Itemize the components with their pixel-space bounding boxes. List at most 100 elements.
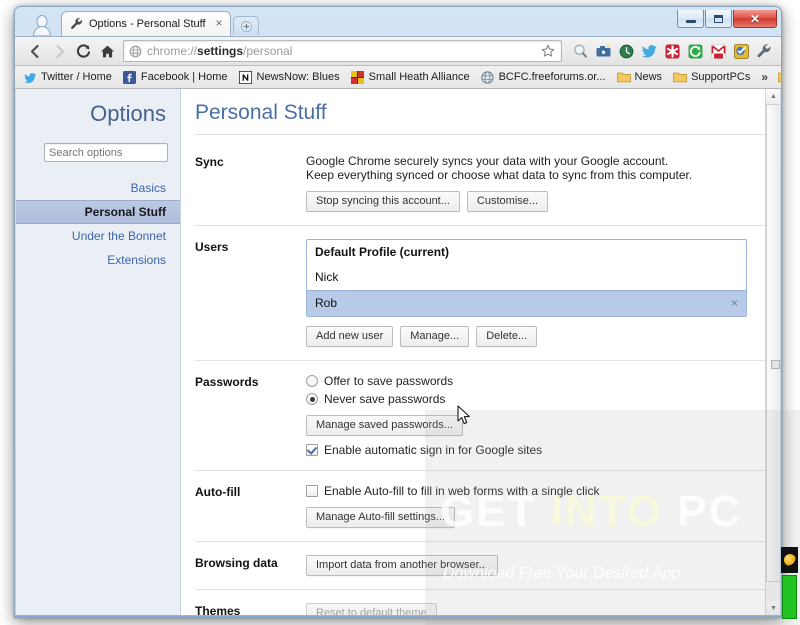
sidebar-item-extensions[interactable]: Extensions (16, 248, 180, 272)
delete-user-button[interactable]: Delete... (476, 326, 538, 347)
bookmark-label: SupportPCs (691, 71, 751, 83)
section-passwords: Passwords Offer to save passwords Never … (195, 361, 765, 471)
globe-icon (129, 45, 142, 58)
section-body: Import data from another browser... (306, 555, 747, 576)
recycle-extension-icon[interactable] (684, 40, 706, 62)
section-body: Enable Auto-fill to fill in web forms wi… (306, 484, 747, 528)
sidebar-item-under-the-bonnet[interactable]: Under the Bonnet (16, 224, 180, 248)
checkbox-enable-autofill[interactable] (306, 485, 318, 497)
section-label: Users (195, 240, 229, 254)
offer-save-passwords-row[interactable]: Offer to save passwords (306, 374, 747, 388)
bookmark-label: BCFC.freeforums.or... (498, 71, 606, 83)
section-browsing-data: Browsing data Import data from another b… (195, 542, 765, 590)
never-save-passwords-row[interactable]: Never save passwords (306, 392, 747, 406)
user-name: Default Profile (current) (315, 245, 450, 259)
minimize-button[interactable] (677, 10, 704, 28)
auto-signin-row[interactable]: Enable automatic sign in for Google site… (306, 443, 747, 457)
content-title: Personal Stuff (195, 101, 765, 135)
reload-button[interactable] (71, 39, 95, 63)
bookmark-small-heath-alliance[interactable]: Small Heath Alliance (351, 70, 470, 84)
clock-icon[interactable] (615, 40, 637, 62)
stop-syncing-button[interactable]: Stop syncing this account... (306, 191, 460, 212)
section-autofill: Auto-fill Enable Auto-fill to fill in we… (195, 471, 765, 542)
add-user-button[interactable]: Add new user (306, 326, 394, 347)
sync-button-row: Stop syncing this account... Customise..… (306, 191, 747, 212)
list-item-selected[interactable]: Rob × (307, 290, 746, 316)
bookmark-bcfc-freeforums[interactable]: BCFC.freeforums.or... (481, 70, 606, 84)
bookmark-folder-news[interactable]: News (616, 70, 662, 84)
users-list[interactable]: Default Profile (current) Nick Rob × (306, 239, 747, 317)
back-button[interactable] (23, 39, 47, 63)
checkbox-auto-signin[interactable] (306, 444, 318, 456)
home-button[interactable] (95, 39, 119, 63)
camera-icon[interactable] (592, 40, 614, 62)
tab-title: Options - Personal Stuff (89, 18, 206, 30)
bookmark-folder-supportpcs[interactable]: SupportPCs (673, 70, 750, 84)
customise-sync-button[interactable]: Customise... (466, 191, 549, 212)
progress-bar-green (782, 575, 797, 619)
mouse-cursor (457, 405, 470, 425)
window-bottom-edge (15, 615, 781, 617)
browser-tab[interactable]: Options - Personal Stuff × (61, 11, 231, 36)
search-input[interactable] (44, 143, 168, 162)
asterisk-extension-icon[interactable] (661, 40, 683, 62)
users-button-row: Add new user Manage... Delete... (306, 326, 747, 347)
bookmarks-overflow-button[interactable]: » (761, 70, 768, 84)
scrollbar-thumb[interactable] (766, 104, 780, 582)
bookmarks-bar: Twitter / Home Facebook | Home NewsNow: … (15, 66, 781, 89)
sidebar-item-label: Personal Stuff (84, 205, 166, 219)
wrench-icon (70, 17, 84, 31)
scroll-down-icon[interactable]: ▼ (766, 601, 780, 616)
url-scheme: chrome:// (147, 44, 198, 58)
magnifier-icon[interactable] (569, 40, 591, 62)
sidebar-item-personal-stuff[interactable]: Personal Stuff (16, 200, 180, 224)
sidebar-item-label: Under the Bonnet (71, 229, 166, 243)
user-name: Rob (315, 296, 338, 310)
bookmark-label: Twitter / Home (41, 71, 112, 83)
new-tab-button[interactable] (233, 16, 259, 35)
scrollbar-grip (771, 360, 780, 369)
page-viewport: Options Basics Personal Stuff Under the … (16, 89, 780, 616)
browser-window: ✕ Options - Personal Stuff × chrome://se… (14, 6, 782, 618)
scroll-up-icon[interactable]: ▲ (766, 89, 780, 104)
window-controls: ✕ (676, 10, 777, 28)
bookmark-facebook[interactable]: Facebook | Home (123, 70, 228, 84)
enable-autofill-row[interactable]: Enable Auto-fill to fill in web forms wi… (306, 484, 747, 498)
wrench-menu-icon[interactable] (753, 40, 775, 62)
passwords-button-row: Manage saved passwords... (306, 415, 747, 436)
close-button[interactable]: ✕ (733, 10, 777, 28)
settings-page: Options Basics Personal Stuff Under the … (16, 89, 765, 616)
list-item[interactable]: Default Profile (current) (307, 240, 746, 265)
autofill-button-row: Manage Auto-fill settings... (306, 507, 747, 528)
section-body: Default Profile (current) Nick Rob × Add… (306, 239, 747, 347)
radio-offer-save-passwords[interactable] (306, 375, 318, 387)
bookmark-newsnow[interactable]: NewsNow: Blues (239, 70, 340, 84)
twitter-bird-icon[interactable] (638, 40, 660, 62)
bookmark-twitter[interactable]: Twitter / Home (23, 70, 112, 84)
list-item[interactable]: Nick (307, 265, 746, 290)
address-bar[interactable]: chrome://settings/personal (123, 40, 562, 62)
sidebar-item-basics[interactable]: Basics (16, 176, 180, 200)
option-label: Enable automatic sign in for Google site… (324, 443, 543, 457)
folder-icon (778, 70, 781, 84)
corner-widget[interactable] (781, 547, 798, 625)
forward-button[interactable] (47, 39, 71, 63)
remove-user-icon[interactable]: × (725, 296, 738, 310)
avatar-icon[interactable] (27, 12, 57, 36)
gmail-extension-icon[interactable] (707, 40, 729, 62)
close-icon[interactable]: × (212, 17, 226, 31)
manage-autofill-settings-button[interactable]: Manage Auto-fill settings... (306, 507, 456, 528)
section-themes: Themes Reset to default theme (195, 590, 765, 616)
twitter-icon (23, 70, 37, 84)
bookmark-label: Facebook | Home (140, 71, 228, 83)
bookmark-star-icon[interactable] (539, 42, 557, 60)
checkmark-extension-icon[interactable] (730, 40, 752, 62)
maximize-button[interactable] (705, 10, 732, 28)
page-scrollbar[interactable]: ▲ ▼ (765, 89, 780, 616)
sidebar-item-label: Basics (130, 181, 166, 195)
manage-users-button[interactable]: Manage... (400, 326, 470, 347)
other-bookmarks-folder[interactable]: Other bookmarks (778, 70, 781, 84)
import-data-button[interactable]: Import data from another browser... (306, 555, 498, 576)
radio-never-save-passwords[interactable] (306, 393, 318, 405)
manage-saved-passwords-button[interactable]: Manage saved passwords... (306, 415, 463, 436)
